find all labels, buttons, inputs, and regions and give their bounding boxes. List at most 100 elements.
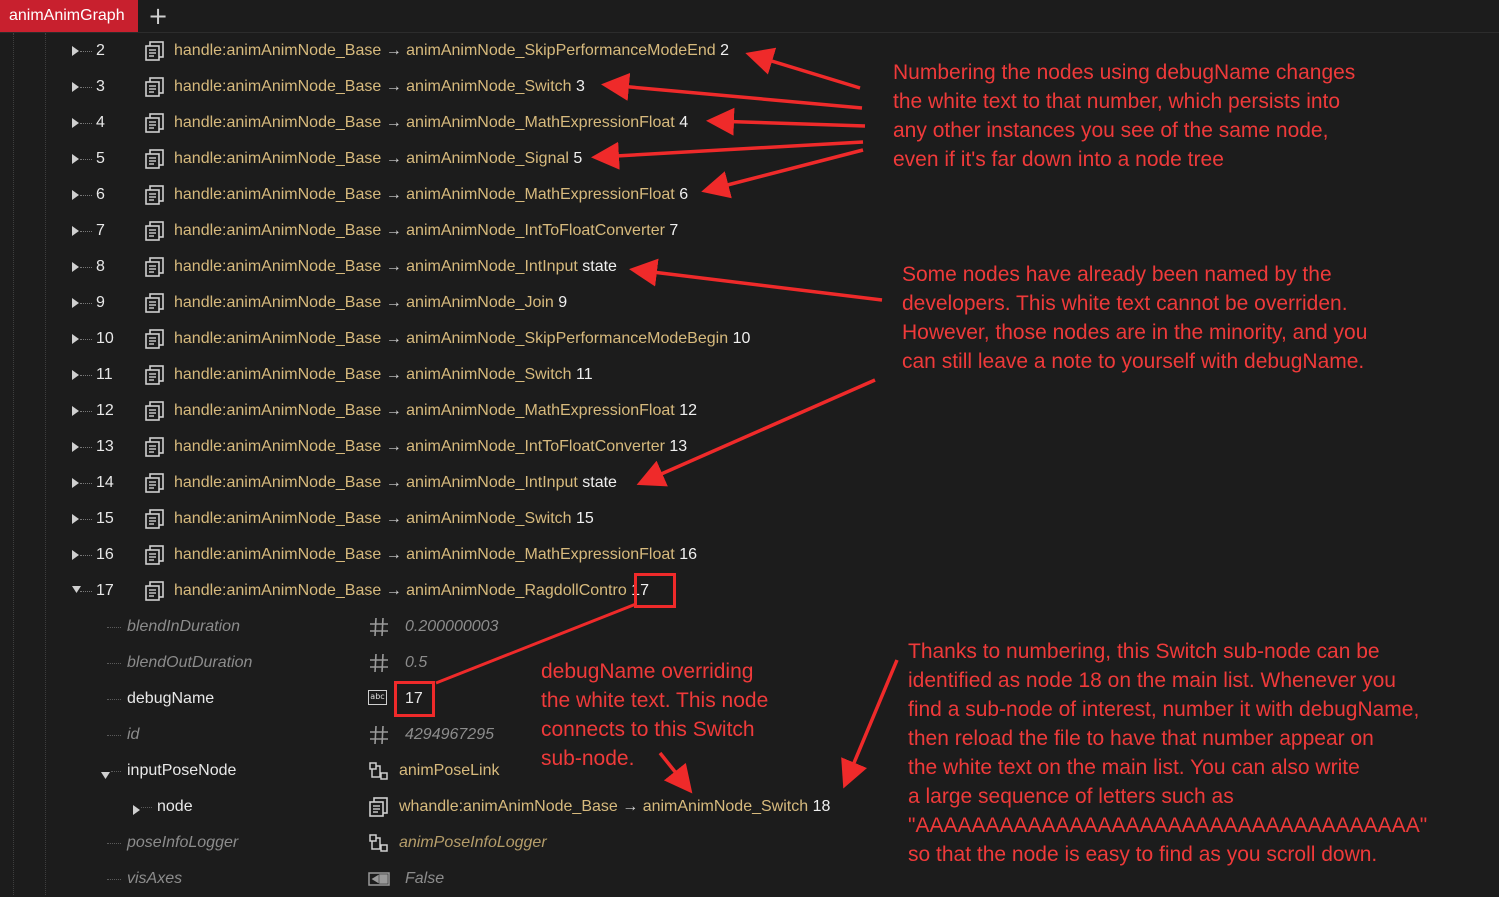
node-handle-text[interactable]: handle:animAnimNode_Base → animAnimNode_… [174, 150, 582, 168]
row-index: 12 [96, 402, 114, 419]
node-handle-icon [144, 184, 166, 206]
node-handle-icon [144, 508, 166, 530]
tree-row[interactable]: 9 handle:animAnimNode_Base → animAnimNode… [0, 285, 900, 321]
row-index: 8 [96, 258, 105, 275]
property-value[interactable]: 0.5 [405, 654, 427, 672]
abc-text-icon: abc [368, 688, 390, 710]
link-icon [368, 832, 390, 854]
expand-caret-icon[interactable] [72, 118, 80, 128]
node-handle-text[interactable]: handle:animAnimNode_Base → animAnimNode_… [174, 474, 617, 492]
tree-connector [80, 303, 92, 304]
annotation-note-numbering: Numbering the nodes using debugName chan… [893, 61, 1356, 171]
tree-row[interactable]: 5 handle:animAnimNode_Base → animAnimNode… [0, 141, 900, 177]
expand-caret-icon[interactable] [72, 154, 80, 164]
tree-row[interactable]: 11 handle:animAnimNode_Base → animAnimNod… [0, 357, 900, 393]
add-tab-button[interactable]: + [147, 3, 169, 29]
tree-row[interactable]: 15 handle:animAnimNode_Base → animAnimNod… [0, 501, 900, 537]
collapse-caret-icon[interactable] [72, 586, 81, 596]
expand-caret-icon[interactable] [72, 226, 80, 236]
expand-caret-icon[interactable] [133, 802, 141, 820]
property-value[interactable]: 0.200000003 [405, 618, 498, 636]
tree-connector [80, 519, 92, 520]
expand-caret-icon[interactable] [72, 442, 80, 452]
expand-caret-icon[interactable] [72, 190, 80, 200]
bool-icon [368, 868, 390, 890]
node-handle-text[interactable]: handle:animAnimNode_Base → animAnimNode_… [174, 366, 593, 384]
node-handle-icon [144, 472, 166, 494]
property-value[interactable]: animPoseLink [399, 762, 500, 780]
tree-row[interactable]: 10 handle:animAnimNode_Base → animAnimNod… [0, 321, 900, 357]
annotation-note-developer-names: Some nodes have already been named by th… [902, 263, 1368, 373]
tree-row[interactable]: 13 handle:animAnimNode_Base → animAnimNod… [0, 429, 900, 465]
node-handle-text[interactable]: handle:animAnimNode_Base → animAnimNode_… [174, 186, 688, 204]
expand-caret-icon[interactable] [72, 478, 80, 488]
expand-caret-icon[interactable] [72, 550, 80, 560]
expand-caret-icon[interactable] [72, 370, 80, 380]
node-handle-icon [144, 436, 166, 458]
expand-caret-icon[interactable] [72, 514, 80, 524]
node-handle-text[interactable]: handle:animAnimNode_Base → animAnimNode_… [174, 222, 678, 240]
node-handle-icon [144, 544, 166, 566]
node-handle-icon [144, 328, 166, 350]
node-handle-text[interactable]: handle:animAnimNode_Base → animAnimNode_… [174, 258, 617, 276]
node-handle-icon [144, 292, 166, 314]
node-handle-text[interactable]: handle:animAnimNode_Base → animAnimNode_… [174, 78, 585, 96]
row-index: 10 [96, 330, 114, 347]
node-handle-text[interactable]: handle:animAnimNode_Base → animAnimNode_… [174, 294, 567, 312]
property-value[interactable]: animPoseInfoLogger [399, 834, 547, 852]
tree-row[interactable]: 12 handle:animAnimNode_Base → animAnimNod… [0, 393, 900, 429]
highlight-box-debug-name [394, 681, 435, 717]
node-debug-name: state [582, 258, 617, 275]
row-index: 14 [96, 474, 114, 491]
tree-row[interactable]: 16 handle:animAnimNode_Base → animAnimNod… [0, 537, 900, 573]
node-handle-icon [144, 76, 166, 98]
node-handle-icon [144, 112, 166, 134]
tree-row[interactable]: 17 handle:animAnimNode_Base → animAnimNod… [0, 573, 900, 609]
node-handle-text[interactable]: handle:animAnimNode_Base → animAnimNode_… [174, 582, 649, 600]
node-debug-name: 3 [576, 78, 585, 95]
node-debug-name: state [582, 474, 617, 491]
node-handle-text[interactable]: handle:animAnimNode_Base → animAnimNode_… [174, 438, 687, 456]
node-handle-text[interactable]: whandle:animAnimNode_Base → animAnimNode… [399, 798, 830, 816]
tree-row[interactable]: 14 handle:animAnimNode_Base → animAnimNod… [0, 465, 900, 501]
tree-row[interactable]: 8 handle:animAnimNode_Base → animAnimNode… [0, 249, 900, 285]
tree-connector [80, 231, 92, 232]
expand-caret-icon[interactable] [72, 46, 80, 56]
expand-caret-icon[interactable] [72, 262, 80, 272]
property-value[interactable]: False [405, 870, 444, 888]
node-handle-text[interactable]: handle:animAnimNode_Base → animAnimNode_… [174, 114, 688, 132]
tree-row[interactable]: 7 handle:animAnimNode_Base → animAnimNode… [0, 213, 900, 249]
node-debug-name: 15 [576, 510, 594, 527]
property-row-pose-info-logger[interactable]: poseInfoLogger animPoseInfoLogger [0, 825, 900, 861]
row-index: 4 [96, 114, 105, 131]
tree-row[interactable]: 4 handle:animAnimNode_Base → animAnimNode… [0, 105, 900, 141]
expand-caret-icon[interactable] [72, 334, 80, 344]
node-handle-icon [144, 400, 166, 422]
tree-connector [80, 339, 92, 340]
node-handle-icon [144, 220, 166, 242]
tree-row[interactable]: 6 handle:animAnimNode_Base → animAnimNode… [0, 177, 900, 213]
node-handle-text[interactable]: handle:animAnimNode_Base → animAnimNode_… [174, 330, 750, 348]
expand-caret-icon[interactable] [72, 298, 80, 308]
property-row-node[interactable]: node whandle:animAnimNode_Base → animAni… [0, 789, 900, 825]
property-label: id [127, 726, 140, 743]
expand-caret-icon[interactable] [72, 82, 80, 92]
tree-connector [80, 195, 92, 196]
tree-row[interactable]: 2 handle:animAnimNode_Base → animAnimNode… [0, 33, 900, 69]
node-debug-name: 13 [669, 438, 688, 455]
node-debug-name: 5 [573, 150, 583, 167]
property-row-blend-in-duration[interactable]: blendInDuration 0.200000003 [0, 609, 900, 645]
property-label: blendInDuration [127, 618, 240, 635]
tab-anim-anim-graph[interactable]: animAnimGraph [0, 0, 138, 32]
expand-caret-icon[interactable] [72, 406, 80, 416]
property-value[interactable]: 4294967295 [405, 726, 494, 744]
property-label: poseInfoLogger [127, 834, 239, 851]
tree-row[interactable]: 3 handle:animAnimNode_Base → animAnimNode… [0, 69, 900, 105]
node-handle-text[interactable]: handle:animAnimNode_Base → animAnimNode_… [174, 546, 697, 564]
node-handle-text[interactable]: handle:animAnimNode_Base → animAnimNode_… [174, 402, 697, 420]
node-handle-text[interactable]: handle:animAnimNode_Base → animAnimNode_… [174, 510, 594, 528]
expand-caret-icon[interactable] [101, 767, 110, 785]
node-handle-text[interactable]: handle:animAnimNode_Base → animAnimNode_… [174, 42, 729, 60]
property-row-vis-axes[interactable]: visAxes False [0, 861, 900, 897]
tree-connector [80, 87, 92, 88]
